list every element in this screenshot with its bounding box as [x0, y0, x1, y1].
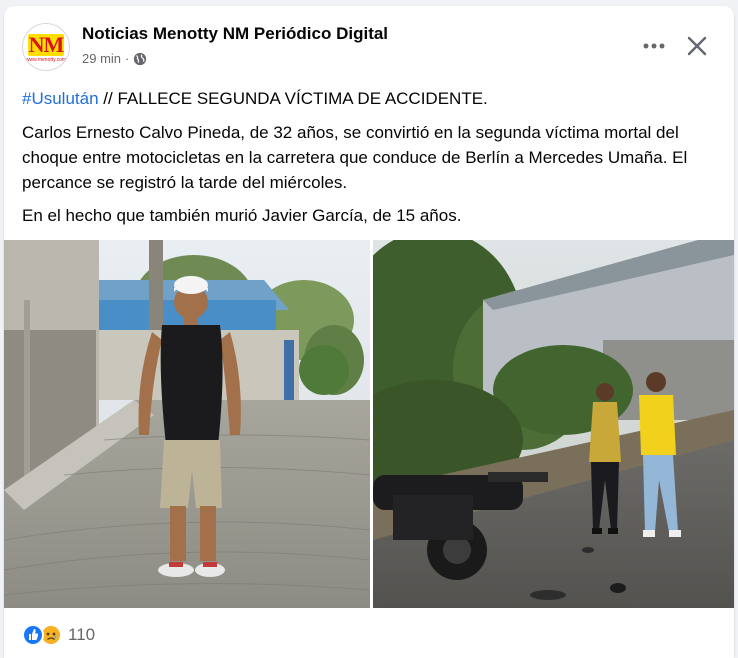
post-meta: 29 min ·: [82, 51, 147, 66]
post-footer: 110: [22, 620, 95, 650]
post-headline: // FALLECE SEGUNDA VÍCTIMA DE ACCIDENTE.: [98, 89, 488, 108]
reaction-icons[interactable]: [22, 624, 62, 646]
post-headline-line: #Usulután // FALLECE SEGUNDA VÍCTIMA DE …: [22, 86, 722, 111]
globe-icon[interactable]: [133, 52, 147, 66]
post-card: NM www.menotty.com Noticias Menotty NM P…: [4, 6, 734, 658]
photo-man-standing-street[interactable]: [4, 240, 370, 608]
avatar-logo-sub: www.menotty.com: [25, 57, 67, 63]
reaction-count[interactable]: 110: [68, 625, 95, 645]
more-icon: [643, 43, 665, 49]
post-text: #Usulután // FALLECE SEGUNDA VÍCTIMA DE …: [22, 86, 722, 236]
page-name[interactable]: Noticias Menotty NM Periódico Digital: [82, 24, 388, 44]
close-button[interactable]: [681, 30, 713, 62]
post-header: NM www.menotty.com Noticias Menotty NM P…: [4, 6, 734, 76]
avatar-logo: NM: [28, 32, 64, 57]
post-paragraph-1: Carlos Ernesto Calvo Pineda, de 32 años,…: [22, 123, 688, 192]
more-options-button[interactable]: [638, 30, 670, 62]
photo-motorcycle-accident-scene[interactable]: [373, 240, 734, 608]
close-icon: [687, 36, 707, 56]
hashtag-link[interactable]: #Usulután: [22, 89, 99, 108]
post-paragraph-2: En el hecho que también murió Javier Gar…: [22, 206, 462, 225]
like-icon: [22, 624, 44, 646]
post-time[interactable]: 29 min: [82, 51, 121, 66]
page-avatar[interactable]: NM www.menotty.com: [22, 23, 70, 71]
photo-grid: [4, 240, 734, 608]
meta-separator: ·: [125, 51, 130, 66]
